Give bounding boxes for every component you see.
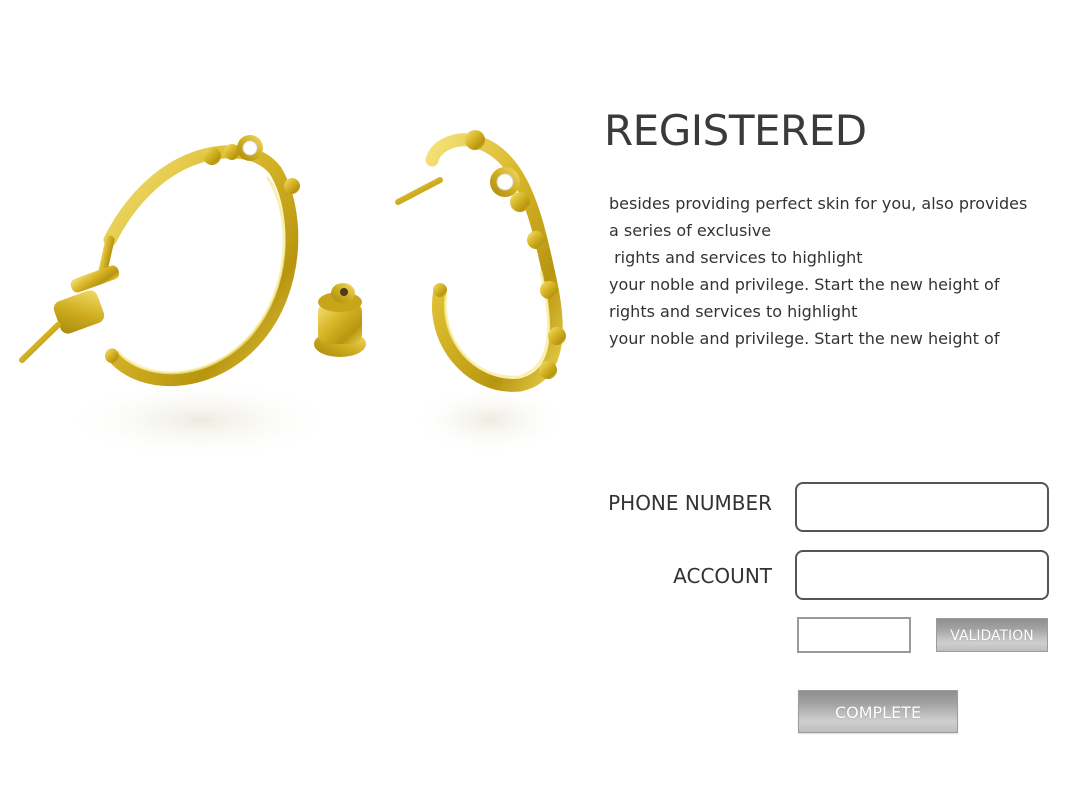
reflection-shadow — [60, 380, 340, 460]
page-title: REGISTERED — [604, 106, 867, 155]
earrings-illustration — [19, 130, 570, 460]
account-input[interactable] — [795, 550, 1049, 600]
description-text: besides providing perfect skin for you, … — [609, 190, 1029, 352]
left-earring — [19, 135, 300, 387]
account-label: ACCOUNT — [673, 564, 772, 588]
earring-back — [314, 283, 366, 357]
description-line: rights and services to highlight — [609, 302, 858, 321]
reflection-shadow — [410, 385, 570, 455]
description-line: rights and services to highlight — [609, 248, 863, 267]
description-line: besides providing perfect skin for you, … — [609, 194, 1028, 213]
phone-number-input[interactable] — [795, 482, 1049, 532]
verification-code-input[interactable] — [797, 617, 911, 653]
product-image — [0, 90, 600, 550]
validation-button[interactable]: VALIDATION — [936, 618, 1048, 652]
complete-button[interactable]: COMPLETE — [798, 690, 958, 733]
description-line: a series of exclusive — [609, 221, 772, 240]
description-line: your noble and privilege. Start the new … — [609, 329, 1000, 348]
right-earring — [395, 130, 566, 392]
description-line: your noble and privilege. Start the new … — [609, 275, 1000, 294]
phone-number-label: PHONE NUMBER — [608, 491, 772, 515]
